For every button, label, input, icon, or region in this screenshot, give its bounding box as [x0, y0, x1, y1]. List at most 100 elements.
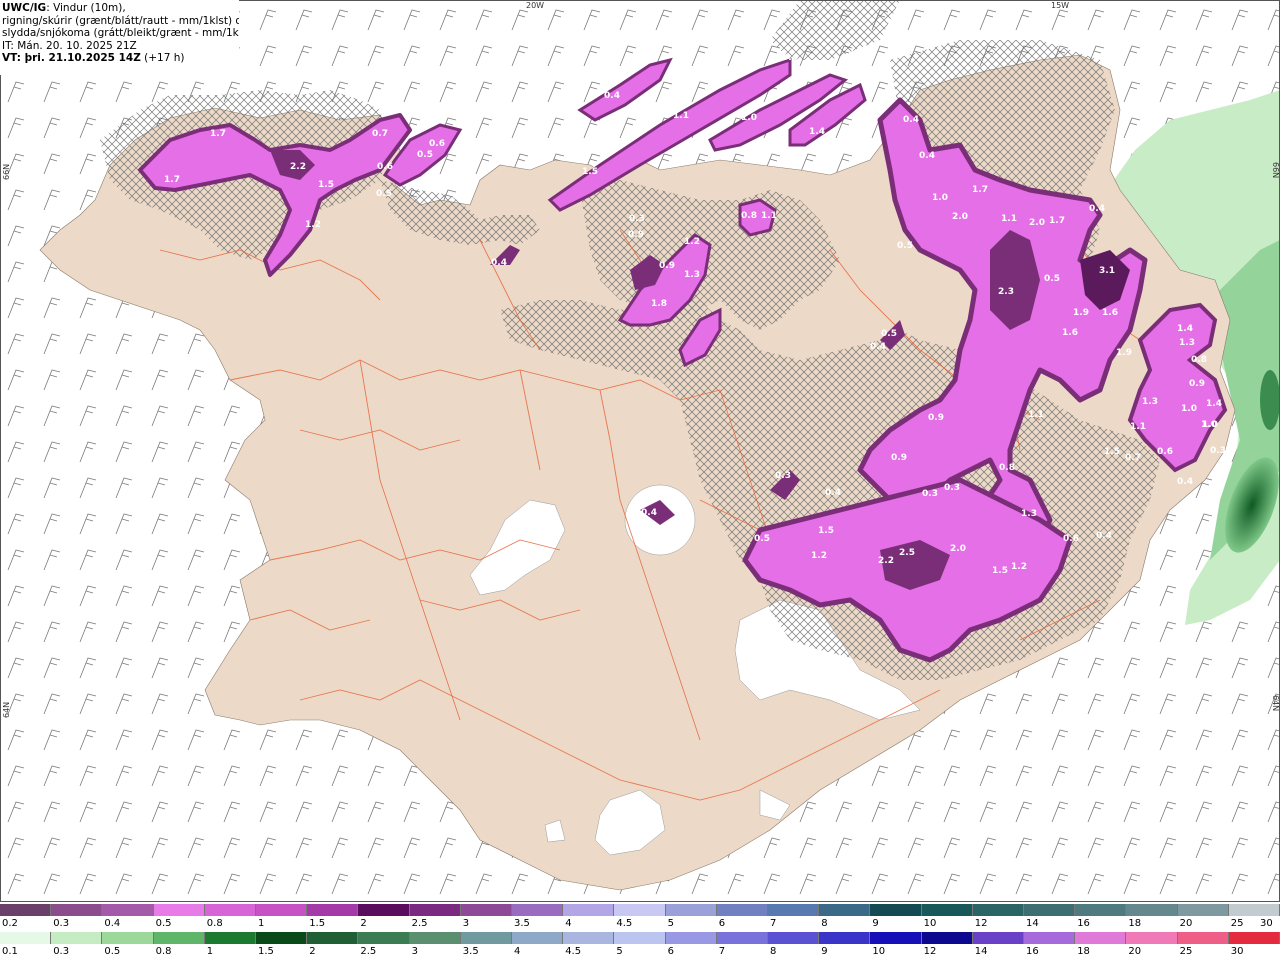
precip-value-label: 1.3	[684, 270, 700, 280]
legend-tick-label: 5	[667, 918, 674, 929]
legend-tick-label: 16	[1077, 918, 1090, 929]
precip-value-label: 1.9	[1073, 308, 1089, 318]
legend-color-cell	[563, 932, 615, 944]
legend-tick-label: 4.5	[565, 946, 582, 957]
precip-value-label: 0.4	[491, 258, 507, 268]
legend-color-cell	[665, 904, 717, 916]
precip-value-label: 0.5	[1044, 274, 1060, 284]
legend-tick-label: 8	[821, 918, 828, 929]
legend-color-cell	[665, 932, 717, 944]
legend-tick-label: 0.5	[104, 946, 121, 957]
legend-color-cell	[102, 904, 154, 916]
precip-value-label: 0.3	[922, 489, 938, 499]
precip-value-label: 1.4	[1177, 324, 1193, 334]
legend-color-cell	[1075, 904, 1127, 916]
header-line3: slydda/snjókoma (grátt/bleikt/grænt - mm…	[2, 27, 239, 40]
legend-tick-label: 3.5	[462, 946, 479, 957]
legend-color-cell	[153, 904, 205, 916]
precip-value-label: 0.3	[629, 214, 645, 224]
legend-tick-label: 3	[462, 918, 470, 929]
legend-tick-label: 0.3	[53, 946, 70, 957]
precip-value-label: 2.5	[899, 548, 915, 558]
precip-value-label: 0.7	[1125, 453, 1141, 463]
precip-value-label: 1.2	[1011, 562, 1027, 572]
coord-64n-left: 64N	[2, 701, 11, 718]
legend-tick-label: 1	[206, 946, 214, 957]
legend-color-cell	[0, 932, 52, 944]
precip-value-label: 0.9	[928, 413, 944, 423]
model-name: UWC/IG	[2, 2, 47, 14]
legend-color-cell	[51, 904, 103, 916]
legend-color-cell	[409, 932, 461, 944]
precip-value-label: 3.1	[1099, 266, 1115, 276]
legend-tick-label: 16	[1026, 946, 1039, 957]
precip-value-label: 1.9	[1116, 348, 1132, 358]
legend-tick-label: 2.5	[360, 946, 377, 957]
precip-value-label: 0.4	[919, 151, 935, 161]
legend-tick-label: 1	[258, 918, 265, 929]
precip-value-label: 0.6	[1063, 534, 1079, 544]
precip-value-label: 0.5	[881, 329, 897, 339]
legend-tick-label: 0.2	[2, 918, 18, 929]
legend-tick-label: 0.1	[2, 946, 18, 957]
legend-tick-label: 5	[616, 946, 623, 957]
precip-value-label: 1.0	[932, 193, 948, 203]
snow-legend-labels: 0.2 0.3 0.4 0.5 0.8 1 1.5 2 2.5 3 3.5 4 4.5 5 6 7 8 9 10 12…	[0, 918, 1280, 932]
precip-value-label: 0.3	[1210, 446, 1226, 456]
legend-tick-label: 1.5	[258, 946, 274, 957]
precip-value-label: 2.0	[1029, 218, 1045, 228]
legend-tick-label: 10	[923, 918, 937, 929]
legend-tick-label: 9	[872, 918, 879, 929]
precip-value-label: 0.6	[377, 162, 393, 172]
precip-value-label: 0.9	[659, 261, 675, 271]
legend-color-cell	[0, 904, 52, 916]
coord-66n-right: 66N	[1271, 162, 1280, 179]
legend-tick-label: 0.8	[206, 918, 223, 929]
precip-value-label: 0.8	[741, 211, 757, 221]
legend-color-cell	[307, 904, 359, 916]
legend-tick-label: 2.5	[411, 918, 428, 929]
coord-66n-left: 66N	[2, 163, 11, 180]
legend-tick-label: 4.5	[616, 918, 633, 929]
snow-color-legend	[0, 904, 1280, 916]
precip-value-label: 1.5	[318, 180, 334, 190]
legend-color-cell	[358, 932, 410, 944]
legend-tick-label: 12	[974, 918, 988, 929]
legend-tick-label: 4	[565, 918, 572, 929]
legend-tick-label: 14	[1026, 918, 1039, 929]
legend-color-cell	[512, 904, 564, 916]
legend-color-cell	[51, 932, 103, 944]
precip-value-label: 0.4	[782, 53, 798, 63]
precip-value-label: 0.4	[641, 508, 657, 518]
precip-value-label: 0.4	[604, 91, 620, 101]
issue-time: IT: Mán. 20. 10. 2025 21Z	[2, 39, 137, 52]
legend-color-cell	[870, 932, 922, 944]
forecast-offset: (+17 h)	[140, 52, 185, 65]
legend-color-cell	[1024, 932, 1076, 944]
precip-value-label: 0.4	[1096, 531, 1112, 541]
legend-color-cell	[870, 904, 922, 916]
precip-value-label: 1.4	[1206, 399, 1222, 409]
legend-color-cell	[1228, 904, 1280, 916]
legend-color-cell	[204, 904, 257, 916]
precip-value-label: 0.6	[1157, 447, 1173, 457]
legend-tick-label: 12	[923, 946, 937, 957]
legend-tick-label: 20	[1179, 918, 1193, 929]
precip-value-label: 0.8	[999, 463, 1015, 473]
legend-color-cell	[460, 932, 513, 944]
precip-value-label: 0.3	[775, 471, 791, 481]
legend-color-cell	[1024, 904, 1076, 916]
legend-color-cell	[716, 904, 769, 916]
legend-tick-label: 1.5	[309, 918, 326, 929]
legend-color-cell	[512, 932, 564, 944]
legend-tick-label: 10	[872, 946, 886, 957]
precip-value-label: 0.7	[372, 129, 388, 139]
precip-value-label: 0.9	[1189, 379, 1205, 389]
legend-color-cell	[563, 904, 615, 916]
precip-value-label: 1.1	[1028, 410, 1044, 420]
legend-color-cell	[921, 932, 973, 944]
precip-value-label: 2.2	[290, 162, 306, 172]
legend-tick-label: 20	[1128, 946, 1142, 957]
precip-value-label: 1.2	[305, 220, 321, 230]
legend-color-cell	[256, 932, 308, 944]
